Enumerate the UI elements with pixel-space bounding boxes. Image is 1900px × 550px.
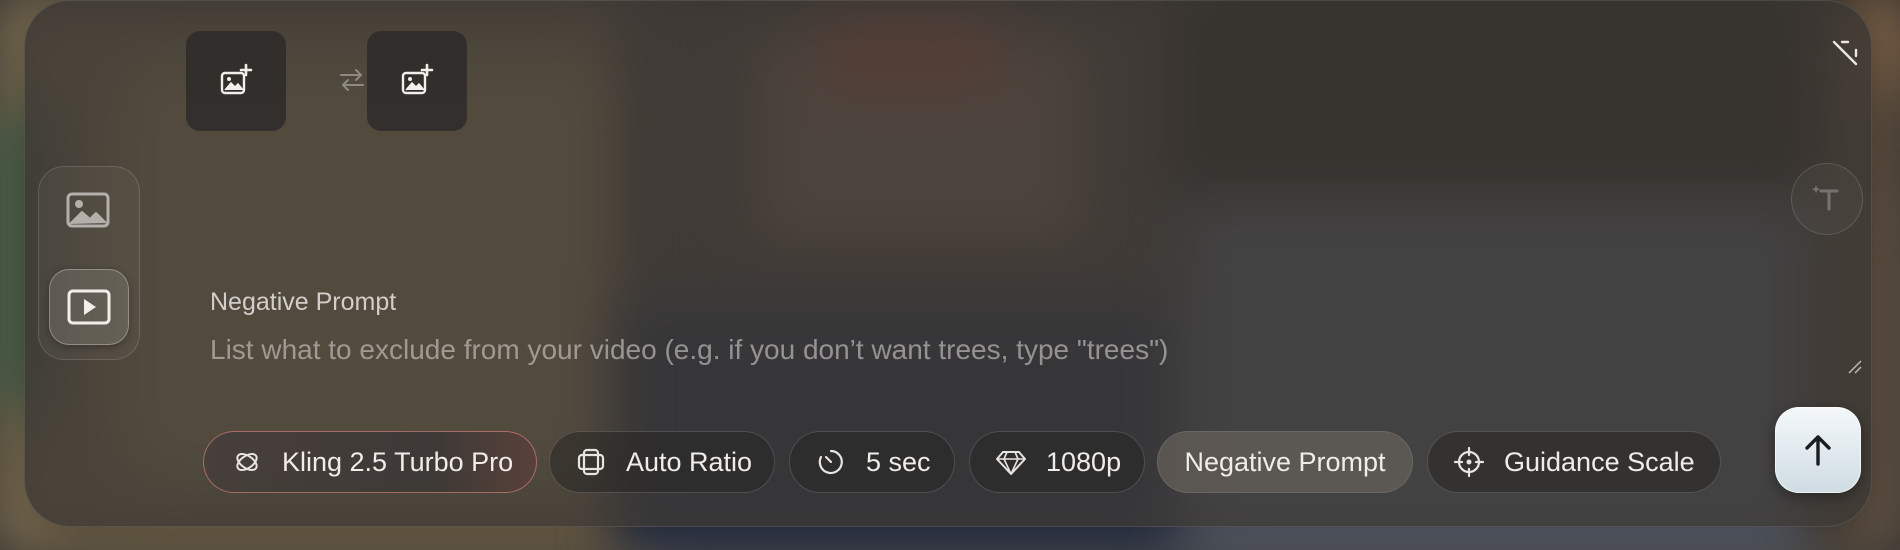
kling-logo-icon: [230, 445, 264, 479]
mode-toggle: [38, 166, 140, 360]
guidance-scale-selector[interactable]: Guidance Scale: [1427, 431, 1721, 493]
ratio-label: Auto Ratio: [626, 446, 753, 477]
generate-button[interactable]: [1775, 407, 1861, 493]
video-mode-button[interactable]: [49, 269, 129, 345]
aspect-ratio-icon: [574, 445, 608, 479]
add-image-icon: [401, 63, 434, 95]
duration-selector[interactable]: 5 sec: [789, 431, 955, 493]
negative-prompt-input[interactable]: [210, 329, 1770, 371]
end-frame-upload[interactable]: [367, 31, 467, 131]
collapse-button[interactable]: [1825, 31, 1865, 71]
crosshair-icon: [1452, 445, 1486, 479]
generation-panel: Negative Prompt Kling 2.5 Turbo Pro Auto…: [24, 0, 1872, 527]
model-selector[interactable]: Kling 2.5 Turbo Pro: [203, 431, 537, 493]
image-mode-button[interactable]: [49, 173, 127, 247]
start-frame-upload[interactable]: [186, 31, 286, 131]
video-icon: [67, 289, 111, 325]
negative-prompt-toggle[interactable]: Negative Prompt: [1157, 431, 1413, 493]
arrow-up-icon: [1805, 435, 1831, 466]
add-image-icon: [220, 63, 253, 95]
negative-prompt-label: Negative Prompt: [210, 288, 397, 316]
enhance-prompt-button[interactable]: [1791, 163, 1863, 235]
magic-text-icon: [1811, 185, 1839, 211]
resolution-label: 1080p: [1046, 446, 1122, 477]
swap-frames-button[interactable]: [335, 63, 369, 97]
swap-icon: [340, 69, 364, 91]
image-icon: [66, 192, 110, 228]
duration-label: 5 sec: [866, 446, 931, 477]
guidance-scale-label: Guidance Scale: [1504, 446, 1695, 477]
model-label: Kling 2.5 Turbo Pro: [282, 446, 514, 477]
collapse-icon: [1832, 40, 1858, 66]
ratio-selector[interactable]: Auto Ratio: [549, 431, 775, 493]
negative-prompt-toggle-label: Negative Prompt: [1184, 446, 1386, 477]
diamond-icon: [994, 445, 1028, 479]
timer-icon: [814, 445, 848, 479]
resolution-selector[interactable]: 1080p: [969, 431, 1145, 493]
resize-handle-icon[interactable]: [1847, 359, 1863, 375]
